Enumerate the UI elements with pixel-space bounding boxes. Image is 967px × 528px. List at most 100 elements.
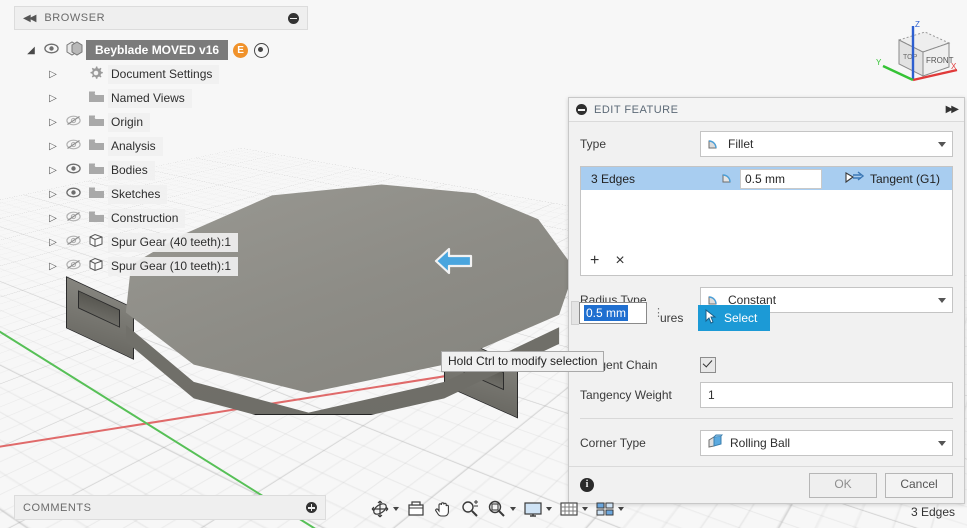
tree-row-named-views[interactable]: ▷ Named Views	[44, 86, 308, 110]
activate-radio-icon[interactable]	[254, 42, 270, 58]
edit-in-place-badge[interactable]: E	[233, 42, 249, 58]
select-button[interactable]: Select	[698, 305, 771, 331]
twisty-collapsed-icon[interactable]: ▷	[44, 141, 62, 152]
chevron-down-icon[interactable]	[393, 507, 399, 511]
dialog-header[interactable]: EDIT FEATURE ▶▶	[569, 98, 964, 122]
edge-count-label: 3 Edges	[591, 171, 636, 186]
chevron-down-icon[interactable]	[938, 141, 946, 147]
display-settings-icon[interactable]	[521, 497, 554, 521]
viewports-icon[interactable]	[593, 497, 626, 521]
tree-item-label[interactable]: Origin	[108, 112, 151, 132]
eye-visible-icon[interactable]	[40, 43, 62, 57]
edge-list-tools: + ×	[590, 252, 625, 270]
eye-hidden-icon[interactable]	[62, 259, 84, 273]
viewcube[interactable]: TOP FRONT Z X Y	[875, 18, 961, 98]
minus-circle-icon[interactable]	[288, 12, 299, 24]
tree-row-analysis[interactable]: ▷ Analysis	[44, 134, 308, 158]
twisty-collapsed-icon[interactable]: ▷	[44, 69, 62, 80]
eye-hidden-icon[interactable]	[62, 211, 84, 225]
fit-magnifier-icon[interactable]	[485, 497, 518, 521]
chevron-down-icon[interactable]	[582, 507, 588, 511]
tangent-chain-checkbox[interactable]	[700, 357, 716, 373]
tangency-weight-input[interactable]: 1	[700, 382, 953, 408]
double-right-arrow-icon[interactable]: ▶▶	[946, 104, 959, 115]
double-left-arrow-icon[interactable]: ◀◀	[23, 13, 36, 24]
drag-grip-icon[interactable]	[571, 301, 579, 325]
tree-row-document-settings[interactable]: ▷ Document Settings	[44, 62, 308, 86]
edge-list-row[interactable]: 3 Edges 0.5 mm Tangent (G1)	[581, 167, 952, 190]
navigation-toolbar[interactable]	[368, 496, 626, 522]
eye-hidden-icon[interactable]	[62, 115, 84, 129]
dialog-title: EDIT FEATURE	[594, 103, 679, 116]
add-edge-button[interactable]: +	[590, 252, 599, 270]
twisty-collapsed-icon[interactable]: ▷	[44, 117, 62, 128]
chevron-down-icon[interactable]	[510, 507, 516, 511]
browser-panel: ◀◀ BROWSER ◢ Beyblade MOVED v16 E ▷ Docu…	[14, 6, 308, 278]
tree-row-spur-gear-40-teeth-1[interactable]: ▷ Spur Gear (40 teeth):1	[44, 230, 308, 254]
twisty-collapsed-icon[interactable]: ▷	[44, 237, 62, 248]
tangency-weight-label: Tangency Weight	[580, 388, 672, 402]
eye-visible-icon[interactable]	[62, 187, 84, 201]
select-button-label: Select	[724, 311, 758, 325]
twisty-collapsed-icon[interactable]: ▷	[44, 165, 62, 176]
tree-row-root[interactable]: ◢ Beyblade MOVED v16 E	[22, 38, 308, 62]
look-at-icon[interactable]	[404, 497, 428, 521]
zoom-magnifier-icon[interactable]	[458, 497, 482, 521]
viewcube-axis-y-label: Y	[876, 58, 882, 67]
ok-button[interactable]: OK	[809, 472, 877, 498]
cancel-button[interactable]: Cancel	[885, 472, 953, 498]
edge-radius-input[interactable]: 0.5 mm	[740, 168, 822, 189]
tree-root-label[interactable]: Beyblade MOVED v16	[86, 40, 229, 60]
chevron-down-icon[interactable]	[938, 297, 946, 303]
tree-item-label[interactable]: Sketches	[108, 184, 168, 204]
corner-type-dropdown[interactable]: Rolling Ball	[700, 430, 953, 456]
tree-item-label[interactable]: Spur Gear (10 teeth):1	[108, 256, 239, 276]
twisty-collapsed-icon[interactable]: ▷	[44, 93, 62, 104]
tree-row-origin[interactable]: ▷ Origin	[44, 110, 308, 134]
twisty-collapsed-icon[interactable]: ▷	[44, 189, 62, 200]
twisty-collapsed-icon[interactable]: ▷	[44, 213, 62, 224]
tree-row-construction[interactable]: ▷ Construction	[44, 206, 308, 230]
dialog-divider	[580, 418, 953, 419]
chevron-down-icon[interactable]	[618, 507, 624, 511]
tree-item-label[interactable]: Bodies	[108, 160, 155, 180]
chevron-down-icon[interactable]	[938, 440, 946, 446]
info-icon[interactable]: i	[580, 478, 594, 492]
orbit-icon[interactable]	[368, 497, 401, 521]
browser-tree: ◢ Beyblade MOVED v16 E ▷ Document Settin…	[14, 38, 308, 278]
floating-radius-value[interactable]: 0.5 mm	[584, 305, 629, 321]
viewcube-face-top[interactable]: TOP	[903, 54, 918, 61]
tree-item-label[interactable]: Construction	[108, 208, 186, 228]
chevron-down-icon[interactable]	[546, 507, 552, 511]
eye-visible-icon[interactable]	[62, 163, 84, 177]
type-dropdown[interactable]: Fillet	[700, 131, 953, 157]
dialog-body: Type Fillet 3 Edges 0.5 mm Tangent (G1) …	[569, 122, 964, 466]
remove-edge-button[interactable]: ×	[615, 252, 624, 270]
tree-row-bodies[interactable]: ▷ Bodies	[44, 158, 308, 182]
floating-radius-input[interactable]: 0.5 mm	[579, 302, 647, 324]
folder-icon	[84, 186, 108, 203]
viewcube-face-front[interactable]: FRONT	[926, 56, 954, 65]
twisty-expanded-icon[interactable]: ◢	[22, 45, 40, 56]
tree-item-label[interactable]: Analysis	[108, 136, 163, 156]
minus-circle-icon[interactable]	[576, 104, 587, 115]
browser-title-bar[interactable]: ◀◀ BROWSER	[14, 6, 308, 30]
comments-title: COMMENTS	[23, 501, 92, 514]
pan-hand-icon[interactable]	[431, 497, 455, 521]
tree-item-label[interactable]: Named Views	[108, 88, 192, 108]
twisty-collapsed-icon[interactable]: ▷	[44, 261, 62, 272]
tree-row-sketches[interactable]: ▷ Sketches	[44, 182, 308, 206]
tree-row-spur-gear-10-teeth-1[interactable]: ▷ Spur Gear (10 teeth):1	[44, 254, 308, 278]
grid-snaps-icon[interactable]	[557, 497, 590, 521]
left-arrow-annotation-icon	[434, 247, 473, 275]
floating-radius-editor[interactable]: 0.5 mm ⋮	[571, 301, 664, 325]
tree-item-label[interactable]: Spur Gear (40 teeth):1	[108, 232, 239, 252]
plus-circle-icon[interactable]	[306, 502, 317, 513]
edge-selection-list[interactable]: 3 Edges 0.5 mm Tangent (G1) + ×	[580, 166, 953, 276]
comments-bar[interactable]: COMMENTS	[14, 495, 326, 520]
eye-hidden-icon[interactable]	[62, 235, 84, 249]
tree-item-label[interactable]: Document Settings	[108, 64, 220, 84]
fillet-icon	[707, 136, 722, 153]
eye-hidden-icon[interactable]	[62, 139, 84, 153]
edge-continuity[interactable]: Tangent (G1)	[844, 170, 940, 187]
